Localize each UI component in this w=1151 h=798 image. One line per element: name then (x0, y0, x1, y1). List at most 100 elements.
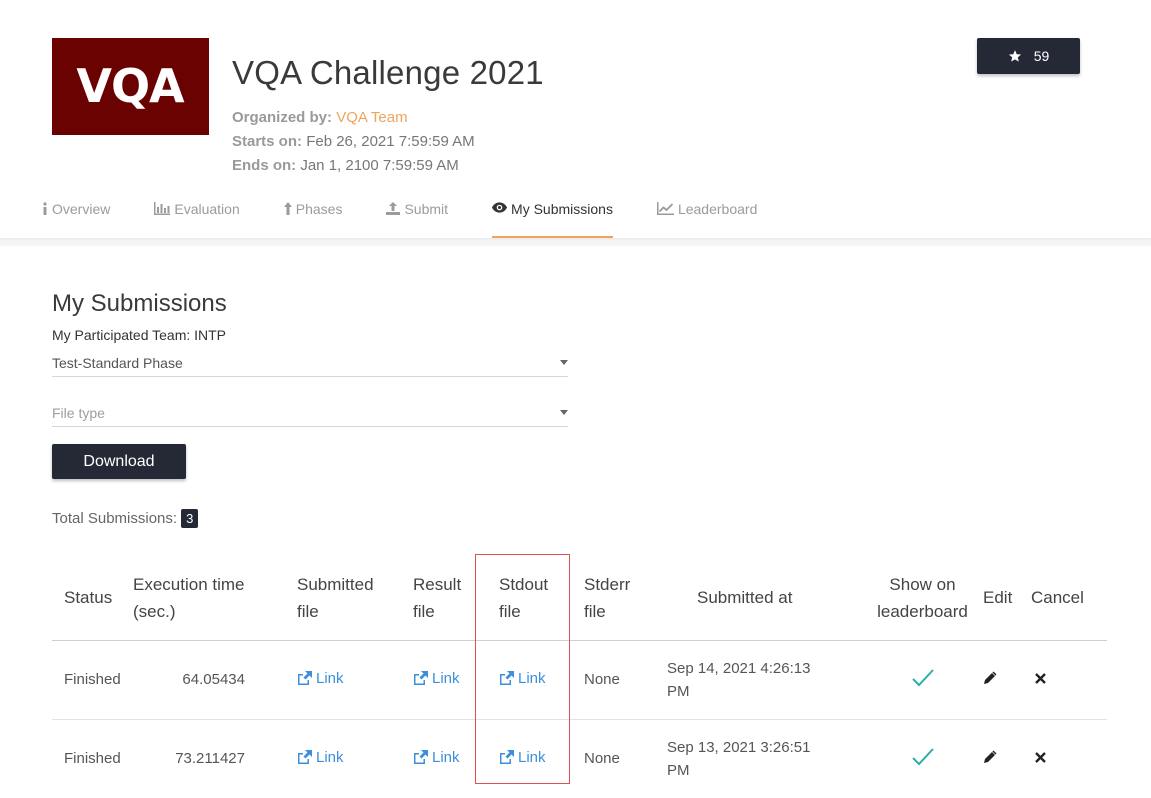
col-stdout-file: Stdout file (497, 556, 584, 641)
challenge-logo: VQA (52, 38, 209, 135)
submitted-at-cell: Sep 14, 2021 4:26:13 PM (666, 640, 862, 720)
stdout-file-cell: Link (497, 640, 584, 720)
stdout-file-link[interactable]: Link (499, 749, 546, 766)
organizer-line: Organized by: VQA Team (232, 109, 408, 126)
star-icon (1008, 50, 1021, 62)
cancel-cell (1023, 719, 1107, 798)
external-link-icon (414, 671, 428, 686)
check-icon[interactable] (911, 747, 935, 767)
result-file-cell: Link (413, 719, 497, 798)
starts-label: Starts on: (232, 133, 303, 150)
stderr-cell: None (584, 640, 666, 720)
page-title: My Submissions (52, 290, 227, 317)
cancel-cell (1023, 640, 1107, 720)
col-show-on-leaderboard: Show on leaderboard (862, 556, 983, 641)
challenge-header: VQA VQA Challenge 2021 Organized by: VQA… (0, 0, 1151, 238)
close-icon[interactable] (1035, 673, 1046, 684)
vqa-logo-icon: VQA (76, 59, 186, 113)
challenge-title: VQA Challenge 2021 (232, 54, 544, 91)
col-result-file: Result file (413, 556, 497, 641)
result-file-cell: Link (413, 640, 497, 720)
tab-phases[interactable]: Phases (283, 192, 343, 238)
info-icon (43, 202, 47, 215)
ends-value: Jan 1, 2100 7:59:59 AM (300, 157, 459, 174)
submitted-file-link[interactable]: Link (297, 749, 344, 766)
col-submitted-at: Submitted at (666, 556, 862, 641)
show-on-leaderboard-cell (862, 640, 983, 720)
tab-evaluation-label: Evaluation (174, 201, 240, 217)
col-cancel: Cancel (1023, 556, 1107, 641)
result-file-link[interactable]: Link (413, 670, 460, 687)
tab-evaluation[interactable]: Evaluation (154, 192, 240, 238)
star-button[interactable]: 59 (977, 38, 1080, 74)
submissions-table: Status Execution time (sec.) Submitted fil… (52, 556, 1107, 798)
download-button[interactable]: Download (52, 444, 186, 479)
file-type-placeholder: File type (52, 404, 105, 421)
phase-select-value: Test-Standard Phase (52, 354, 183, 371)
exec-time-cell: 64.05434 (133, 640, 297, 720)
table-header-row: Status Execution time (sec.) Submitted fil… (52, 556, 1107, 641)
starts-line: Starts on: Feb 26, 2021 7:59:59 AM (232, 133, 475, 150)
bar-chart-icon (154, 202, 171, 215)
upload-arrow-icon (283, 202, 292, 215)
total-submissions-label: Total Submissions: (52, 510, 178, 527)
tab-leaderboard[interactable]: Leaderboard (656, 192, 758, 238)
organizer-link[interactable]: VQA Team (336, 109, 407, 126)
total-submissions-badge: 3 (181, 509, 199, 528)
total-submissions: Total Submissions: 3 (52, 509, 199, 528)
tab-phases-label: Phases (295, 201, 343, 217)
stderr-cell: None (584, 719, 666, 798)
external-link-icon (500, 671, 514, 686)
tab-submit-label: Submit (404, 201, 449, 217)
table-row: Finished 73.211427 Link Link Link None S… (52, 719, 1107, 798)
file-type-select[interactable]: File type (52, 399, 568, 427)
col-execution-time: Execution time (sec.) (133, 556, 297, 641)
submitted-file-cell: Link (297, 640, 413, 720)
status-cell: Finished (52, 640, 133, 720)
upload-icon (386, 202, 401, 215)
col-stderr-file: Stderr file (584, 556, 666, 641)
submitted-at-cell: Sep 13, 2021 3:26:51 PM (666, 719, 862, 798)
external-link-icon (298, 750, 312, 765)
submitted-file-link[interactable]: Link (297, 670, 344, 687)
submitted-file-cell: Link (297, 719, 413, 798)
edit-cell (983, 640, 1023, 720)
edit-cell (983, 719, 1023, 798)
phase-select[interactable]: Test-Standard Phase (52, 349, 568, 377)
challenge-tabs: Overview Evaluation Phases Submit My Sub… (42, 192, 801, 238)
star-count: 59 (1033, 48, 1050, 64)
organized-label: Organized by: (232, 109, 333, 126)
col-edit: Edit (983, 556, 1023, 641)
tab-my-submissions[interactable]: My Submissions (492, 192, 613, 238)
close-icon[interactable] (1035, 752, 1046, 763)
result-file-link[interactable]: Link (413, 749, 460, 766)
chevron-down-icon (560, 360, 568, 365)
tab-overview-label: Overview (52, 201, 111, 217)
stdout-file-link[interactable]: Link (499, 670, 546, 687)
external-link-icon (414, 750, 428, 765)
status-cell: Finished (52, 719, 133, 798)
pencil-icon[interactable] (983, 670, 997, 685)
col-submitted-file: Submitted file (297, 556, 413, 641)
ends-line: Ends on: Jan 1, 2100 7:59:59 AM (232, 157, 459, 174)
pencil-icon[interactable] (983, 749, 997, 764)
show-on-leaderboard-cell (862, 719, 983, 798)
external-link-icon (500, 750, 514, 765)
chevron-down-icon (560, 410, 568, 415)
eye-icon (492, 202, 508, 213)
tab-my-submissions-label: My Submissions (511, 201, 613, 217)
check-icon[interactable] (911, 668, 935, 688)
tab-leaderboard-label: Leaderboard (677, 201, 758, 217)
svg-text:VQA: VQA (76, 59, 185, 113)
stdout-file-cell: Link (497, 719, 584, 798)
tab-overview[interactable]: Overview (42, 192, 110, 238)
exec-time-cell: 73.211427 (133, 719, 297, 798)
participated-team: My Participated Team: INTP (52, 327, 227, 343)
ends-label: Ends on: (232, 157, 297, 174)
table-row: Finished 64.05434 Link Link Link None Se… (52, 640, 1107, 720)
starts-value: Feb 26, 2021 7:59:59 AM (306, 133, 475, 150)
line-chart-icon (656, 202, 674, 215)
tab-submit[interactable]: Submit (386, 192, 448, 238)
external-link-icon (298, 671, 312, 686)
col-status: Status (52, 556, 133, 641)
